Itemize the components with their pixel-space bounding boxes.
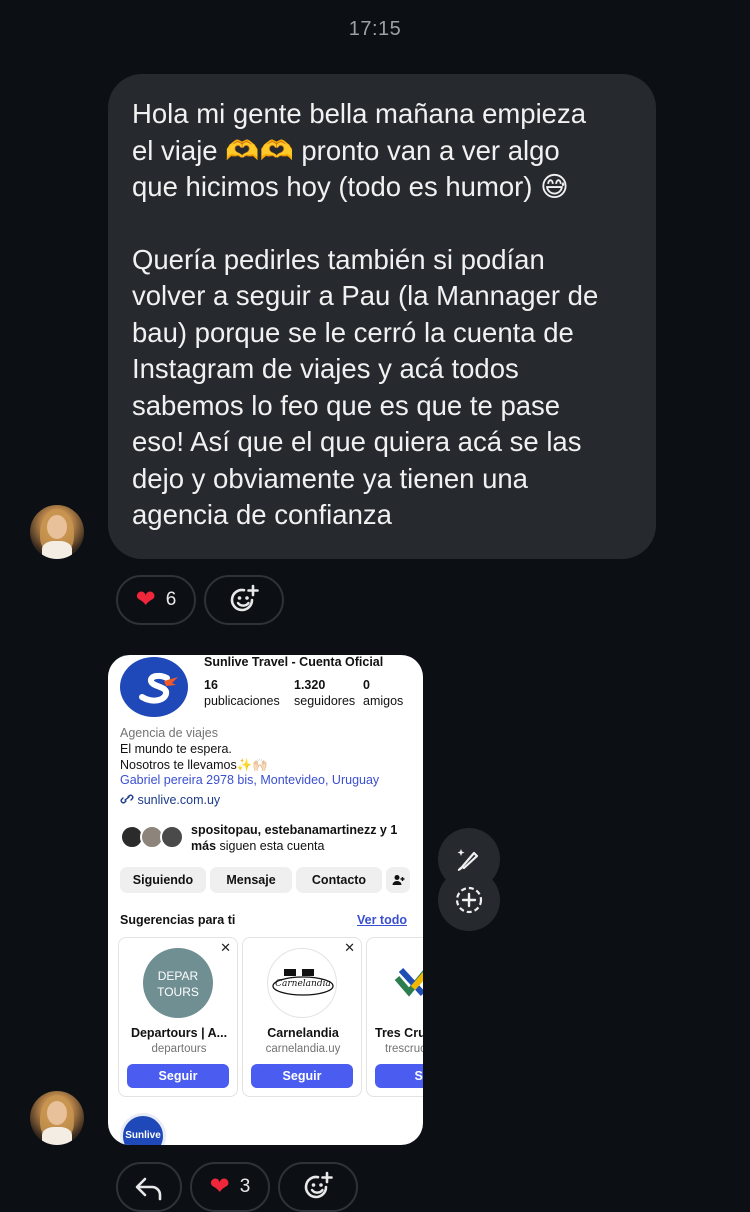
add-button[interactable]: [438, 869, 500, 931]
message-bubble[interactable]: Hola mi gente bella mañana empieza el vi…: [108, 74, 656, 559]
profile-logo: [120, 657, 188, 717]
stat-followers[interactable]: 1.320 seguidores: [294, 677, 355, 709]
add-icon: [455, 886, 483, 914]
profile-website[interactable]: sunlive.com.uy: [120, 792, 220, 809]
reply-button[interactable]: [116, 1162, 182, 1212]
reply-icon: [135, 1177, 162, 1201]
follow-button[interactable]: Seguir: [251, 1064, 353, 1088]
timestamp: 17:15: [348, 18, 402, 40]
suggestion-card[interactable]: ✕ DEPAR TOURS Departours | A... departou…: [118, 937, 238, 1097]
followed-by-text[interactable]: más siguen esta cuenta: [191, 838, 324, 855]
contact-button[interactable]: Contacto: [296, 867, 382, 893]
bottom-profile-avatar: Sunlive: [120, 1113, 166, 1145]
profile-bio: El mundo te espera.: [120, 742, 232, 756]
close-icon[interactable]: ✕: [344, 940, 355, 956]
avatar[interactable]: [30, 1091, 84, 1145]
heart-reaction-pill[interactable]: ❤ 3: [190, 1162, 270, 1212]
avatar[interactable]: [30, 505, 84, 559]
suggestions-title: Sugerencias para ti: [120, 913, 236, 927]
stat-posts[interactable]: 16 publicaciones: [204, 677, 280, 709]
close-icon[interactable]: ✕: [220, 940, 231, 956]
suggestion-card[interactable]: Tres Cru trescruc Seg: [366, 937, 423, 1097]
following-button[interactable]: Siguiendo: [120, 867, 206, 893]
suggestion-avatar: Carnelandia: [267, 948, 337, 1018]
profile-category: Agencia de viajes: [120, 726, 218, 740]
add-reaction-button[interactable]: [204, 575, 284, 625]
shared-profile-screenshot[interactable]: Sunlive Travel - Cuenta Oficial 16 public…: [108, 655, 423, 1145]
suggestion-name: Departours | A...: [130, 1026, 228, 1040]
profile-address[interactable]: Gabriel pereira 2978 bis, Montevideo, Ur…: [120, 772, 379, 789]
reaction-count: 6: [165, 589, 177, 610]
follower-avatar: [160, 825, 184, 849]
link-icon: [120, 794, 134, 804]
add-person-icon: [392, 875, 405, 885]
message-paragraph: Quería pedirles también si podían volver…: [132, 243, 599, 531]
suggestion-name: Carnelandia: [267, 1026, 339, 1040]
suggestion-avatar: [391, 948, 423, 1018]
suggestion-card[interactable]: ✕ Carnelandia Carnelandia carnelandia.uy…: [242, 937, 362, 1097]
add-reaction-icon: [304, 1171, 333, 1199]
stat-friends[interactable]: 0 amigos: [363, 677, 403, 709]
follow-button[interactable]: Seguir: [127, 1064, 229, 1088]
heart-icon: ❤: [135, 586, 156, 613]
reaction-count: 3: [239, 1176, 251, 1197]
suggestion-handle: trescruc: [385, 1043, 423, 1055]
add-reaction-icon: [230, 584, 259, 612]
suggestion-name: Tres Cru: [375, 1026, 423, 1040]
add-person-button[interactable]: [386, 867, 410, 893]
profile-name: Sunlive Travel - Cuenta Oficial: [204, 655, 384, 669]
suggestion-avatar: DEPAR TOURS: [143, 948, 213, 1018]
add-reaction-button[interactable]: [278, 1162, 358, 1212]
follow-button[interactable]: Seg: [375, 1064, 423, 1088]
heart-reaction-pill[interactable]: ❤ 6: [116, 575, 196, 625]
message-button[interactable]: Mensaje: [210, 867, 292, 893]
see-all-link[interactable]: Ver todo: [357, 912, 407, 929]
suggestion-handle: carnelandia.uy: [265, 1043, 341, 1055]
suggestion-handle: departours: [151, 1043, 207, 1055]
followed-by-text[interactable]: spositopau, estebanamartinezz y 1: [191, 822, 397, 839]
message-paragraph: Hola mi gente bella mañana empieza el vi…: [132, 98, 587, 202]
heart-icon: ❤: [209, 1173, 230, 1200]
